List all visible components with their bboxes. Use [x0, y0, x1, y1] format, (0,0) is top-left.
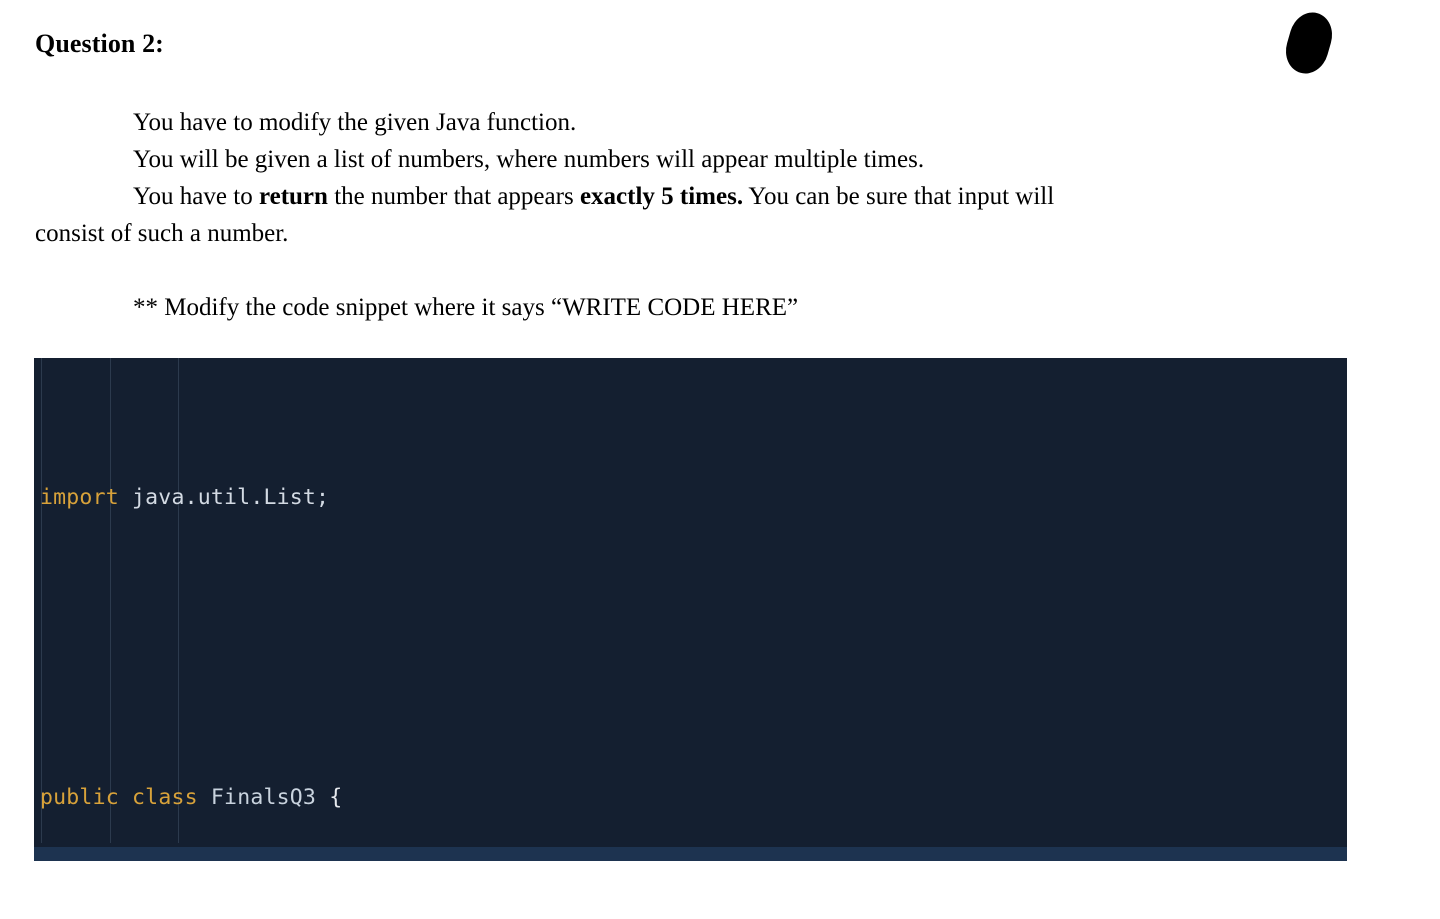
- code-text[interactable]: import java.util.List; public class Fina…: [40, 366, 1347, 861]
- body-line-3-prefix: You have to: [133, 183, 259, 210]
- body-line-3-suffix: You can be sure that input will: [743, 183, 1055, 210]
- question-body: You have to modify the given Java functi…: [35, 104, 1375, 252]
- token-open-brace-class: {: [329, 784, 343, 810]
- token-space-1: [119, 785, 132, 810]
- token-keyword-import: import: [40, 484, 119, 510]
- code-editor-panel[interactable]: import java.util.List; public class Fina…: [34, 358, 1347, 861]
- redaction-blob-icon: [1280, 7, 1338, 79]
- code-line-1: import java.util.List;: [40, 479, 1347, 517]
- body-line-3-bold-return: return: [258, 183, 328, 210]
- token-keyword-public: public: [40, 784, 119, 810]
- body-line-1: You have to modify the given Java functi…: [133, 109, 577, 136]
- code-surface: import java.util.List; public class Fina…: [34, 358, 1347, 861]
- code-line-3: public class FinalsQ3 {: [40, 779, 1347, 817]
- modify-instruction-note: ** Modify the code snippet where it says…: [133, 294, 799, 321]
- scrollbar-thumb[interactable]: [34, 847, 1347, 861]
- token-import-path: java.util.List;: [118, 484, 330, 510]
- body-line-3-middle: the number that appears: [327, 183, 580, 210]
- body-line-3: You have to return the number that appea…: [35, 178, 1375, 215]
- token-class-name: FinalsQ3: [197, 784, 330, 810]
- body-line-4: consist of such a number.: [35, 220, 289, 247]
- horizontal-scrollbar[interactable]: [34, 847, 1347, 861]
- body-line-3-bold-exactly: exactly 5 times.: [579, 183, 744, 210]
- code-line-2-blank: [40, 629, 1347, 667]
- body-line-2: You will be given a list of numbers, whe…: [133, 146, 925, 173]
- token-keyword-class: class: [132, 784, 198, 810]
- page-title: Question 2:: [35, 29, 164, 58]
